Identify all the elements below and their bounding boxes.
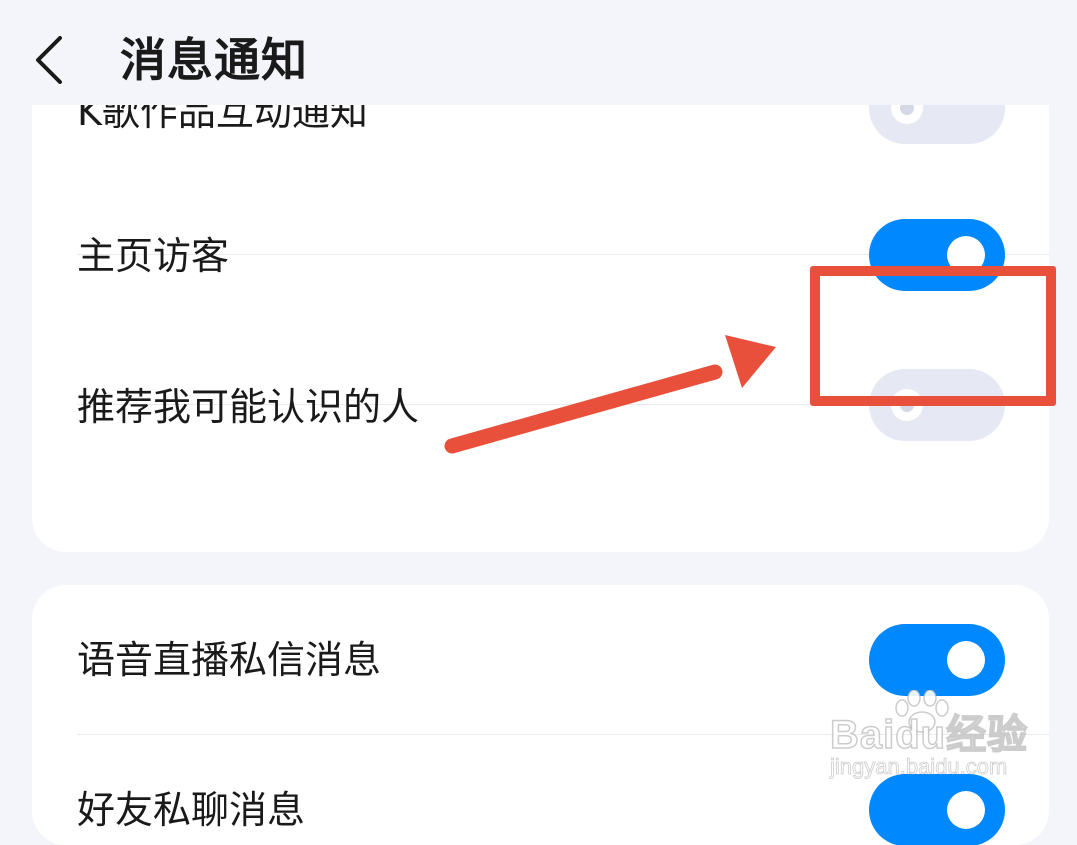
toggle-knob (891, 105, 923, 124)
chevron-left-icon (36, 36, 62, 84)
setting-row-suggest-people[interactable]: 推荐我可能认识的人 (32, 369, 1049, 552)
toggle-knob (947, 641, 985, 679)
toggle-switch-on[interactable] (869, 624, 1005, 696)
setting-label: K歌作品互动通知 (77, 105, 368, 134)
page-title: 消息通知 (120, 33, 308, 87)
setting-label: 主页访客 (77, 234, 230, 278)
annotation-highlight-box (810, 266, 1056, 406)
toggle-knob (947, 791, 985, 829)
back-button[interactable] (26, 30, 76, 90)
setting-label: 好友私聊消息 (77, 788, 306, 832)
setting-label: 语音直播私信消息 (77, 638, 382, 682)
setting-row-friend-chat[interactable]: 好友私聊消息 (32, 735, 1049, 845)
setting-label: 推荐我可能认识的人 (77, 385, 420, 429)
toggle-switch-off[interactable] (869, 105, 1005, 144)
settings-card-2: 语音直播私信消息 好友私聊消息 (32, 585, 1049, 845)
toggle-switch-on[interactable] (869, 774, 1005, 845)
setting-row-voice-live-messages[interactable]: 语音直播私信消息 (32, 585, 1049, 735)
